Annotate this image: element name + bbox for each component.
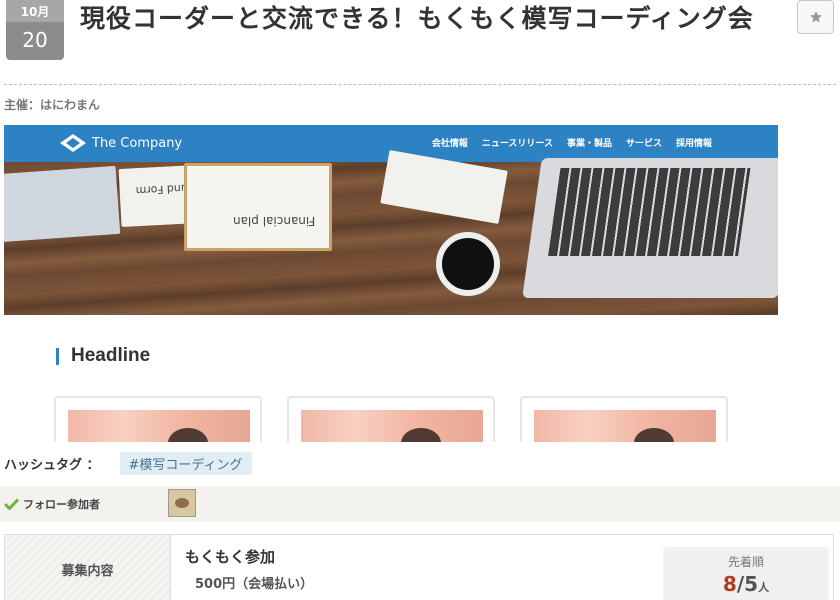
capacity-unit: 人: [758, 581, 770, 594]
recruitment-header: 募集内容: [5, 535, 171, 600]
event-date-badge: 10月 20: [6, 0, 64, 60]
mock-brand-name: The Company: [92, 135, 183, 151]
participant-avatar[interactable]: [168, 489, 196, 517]
mock-card: [54, 396, 262, 442]
plan-title: もくもく参加: [185, 548, 276, 566]
capacity-count: 8/5人: [663, 572, 829, 596]
event-month: 10月: [6, 0, 64, 22]
follow-participants-text: フォロー参加者: [23, 498, 100, 511]
mock-card: [287, 396, 495, 442]
card-thumbnail: [534, 410, 716, 442]
card-thumbnail: [301, 410, 483, 442]
diamond-logo-icon: [60, 134, 86, 152]
check-icon: [4, 498, 19, 510]
mock-brand: The Company: [60, 134, 182, 152]
current-participants: 8: [722, 572, 737, 596]
event-image: The Company 会社情報 ニュースリリース 事業・製品 サービス 採用情…: [4, 125, 778, 315]
star-icon: [809, 11, 822, 23]
follow-participants-label: フォロー参加者: [4, 496, 100, 512]
hashtag-row: ハッシュタグ ： #模写コーディング: [4, 452, 252, 475]
mock-headline: Headline: [56, 345, 150, 367]
headline-accent: [56, 347, 59, 365]
follow-participants-bar: フォロー参加者: [0, 486, 840, 522]
mock-site-nav: The Company 会社情報 ニュースリリース 事業・製品 サービス 採用情…: [4, 125, 778, 162]
mock-nav-item: ニュースリリース: [481, 139, 553, 149]
mock-nav-item: 採用情報: [675, 139, 712, 149]
headline-text: Headline: [71, 345, 151, 366]
capacity-limit: 5: [744, 572, 759, 596]
capacity-box: 先着順 8/5人: [663, 547, 829, 600]
desk-photo: [4, 162, 778, 315]
hashtag-link[interactable]: #模写コーディング: [119, 452, 252, 475]
event-title: 現役コーダーと交流できる！もくもく模写コーディング会: [80, 4, 754, 33]
capacity-label: 先着順: [727, 555, 764, 569]
mock-card: [520, 396, 728, 442]
event-day: 20: [6, 22, 64, 60]
mock-nav-item: 事業・製品: [566, 139, 612, 149]
favorite-button[interactable]: [797, 0, 834, 34]
plan-price: 500円（会場払い）: [195, 577, 314, 592]
mock-nav-items: 会社情報 ニュースリリース 事業・製品 サービス 採用情報: [432, 136, 712, 149]
card-thumbnail: [68, 410, 250, 442]
organizer-label: 主催：はにわまん: [4, 98, 101, 112]
header-divider: [4, 84, 836, 85]
mock-cards: [54, 396, 754, 442]
recruitment-table: 募集内容 もくもく参加 500円（会場払い） 先着順 8/5人: [4, 534, 834, 600]
mock-nav-item: 会社情報: [431, 139, 468, 149]
hashtag-label: ハッシュタグ ：: [4, 458, 100, 473]
mock-nav-item: サービス: [625, 139, 662, 149]
